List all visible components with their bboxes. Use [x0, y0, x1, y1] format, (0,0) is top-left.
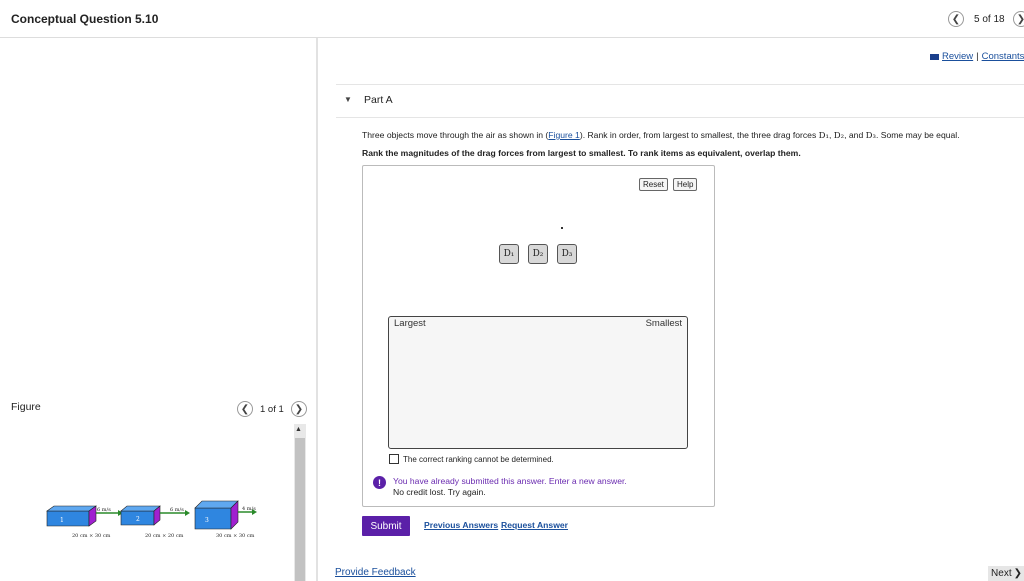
prev-figure-button[interactable]: ❮	[237, 401, 253, 417]
chevron-left-icon: ❮	[951, 13, 961, 25]
instruction-text: Rank the magnitudes of the drag forces f…	[362, 148, 801, 158]
feedback-submessage: No credit lost. Try again.	[393, 487, 486, 497]
figure-label: Figure	[11, 401, 41, 413]
object-size: 20 cm × 20 cm	[145, 533, 184, 539]
checkbox[interactable]	[389, 454, 399, 464]
chevron-right-icon: ❯	[1017, 14, 1024, 25]
question-text-part: Three objects move through the air as sh…	[362, 130, 549, 140]
chevron-right-icon: ❯	[294, 403, 304, 415]
d1-symbol: D₁	[818, 131, 829, 141]
object-size: 30 cm × 30 cm	[216, 533, 255, 539]
largest-label: Largest	[394, 318, 426, 329]
previous-answers-link[interactable]: Previous Answers	[424, 520, 498, 530]
smallest-label: Smallest	[645, 318, 682, 329]
part-a-header[interactable]: ▼ Part A	[336, 84, 1024, 118]
object-3: 3 4 m/s 30 cm × 30 cm	[194, 500, 257, 539]
object-number: 2	[136, 516, 140, 523]
cannot-determine-option[interactable]: The correct ranking cannot be determined…	[389, 454, 554, 464]
feedback-message: You have already submitted this answer. …	[393, 476, 627, 486]
question-text-part: , and	[844, 130, 866, 140]
d3-symbol: D₃	[865, 131, 876, 141]
book-icon	[930, 53, 939, 60]
figure-scrollbar-thumb[interactable]	[295, 438, 305, 581]
object-number: 3	[205, 517, 209, 524]
panel-divider	[316, 38, 318, 581]
tile-d1[interactable]: D₁	[499, 244, 519, 264]
figure-counter: 1 of 1	[260, 404, 284, 415]
collapse-triangle-icon: ▼	[344, 95, 352, 104]
submit-button[interactable]: Submit	[362, 516, 410, 536]
object-number: 1	[60, 517, 64, 524]
next-figure-button[interactable]: ❯	[291, 401, 307, 417]
figure-drawing: 1 6 m/s 20 cm × 30 cm 2 6 m/s 20 cm × 20…	[46, 500, 257, 539]
review-constants-links: Review | Constants	[930, 51, 1024, 62]
review-link[interactable]: Review	[942, 51, 973, 62]
header-divider	[0, 37, 1024, 38]
tile-d2[interactable]: D₂	[528, 244, 548, 264]
object-size: 20 cm × 30 cm	[72, 533, 111, 539]
tile-d3[interactable]: D₃	[557, 244, 577, 264]
question-text-part: ). Rank in order, from largest to smalle…	[579, 130, 819, 140]
link-separator: |	[976, 51, 979, 62]
d2-symbol: D₂	[833, 131, 845, 141]
scroll-up-icon[interactable]: ▲	[295, 426, 302, 433]
part-label: Part A	[364, 94, 393, 106]
alert-icon: !	[373, 476, 386, 489]
chevron-left-icon: ❮	[240, 403, 250, 415]
next-button[interactable]: Next ❯	[988, 566, 1024, 581]
object-2: 2 6 m/s 20 cm × 20 cm	[120, 505, 190, 539]
next-question-button[interactable]: ❯	[1013, 11, 1024, 27]
dot-marker	[561, 227, 563, 229]
help-button[interactable]: Help	[673, 178, 698, 191]
figure-link[interactable]: Figure 1	[548, 130, 580, 140]
object-speed: 4 m/s	[242, 506, 256, 512]
object-1: 1 6 m/s 20 cm × 30 cm	[46, 505, 123, 539]
chevron-right-icon: ❯	[1013, 568, 1022, 579]
page-title: Conceptual Question 5.10	[11, 12, 159, 26]
next-label: Next	[991, 568, 1012, 579]
constants-link[interactable]: Constants	[982, 51, 1024, 62]
checkbox-label: The correct ranking cannot be determined…	[403, 454, 554, 464]
object-speed: 6 m/s	[170, 507, 184, 513]
question-text: Three objects move through the air as sh…	[362, 130, 960, 141]
question-text-part: . Some may be equal.	[875, 130, 960, 140]
provide-feedback-link[interactable]: Provide Feedback	[335, 567, 416, 578]
request-answer-link[interactable]: Request Answer	[501, 520, 568, 530]
ranking-drop-area[interactable]: Largest Smallest	[388, 316, 688, 449]
reset-button[interactable]: Reset	[639, 178, 668, 191]
prev-question-button[interactable]: ❮	[948, 11, 964, 27]
object-speed: 6 m/s	[97, 507, 111, 513]
question-counter: 5 of 18	[974, 14, 1005, 25]
